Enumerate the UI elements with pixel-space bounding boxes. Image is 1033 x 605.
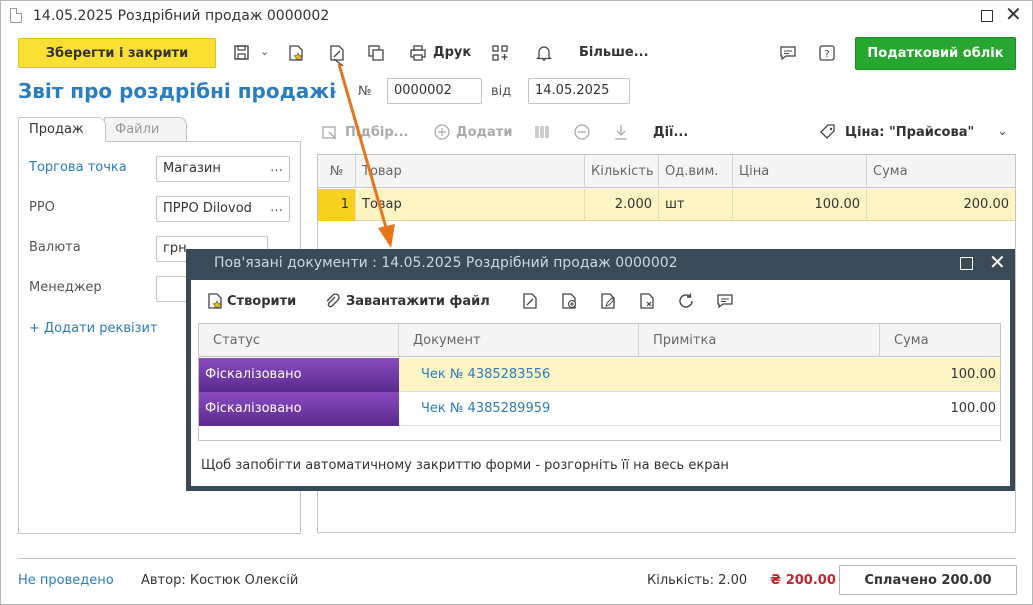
document-icon (10, 8, 22, 23)
field-label-currency: Валюта (29, 240, 81, 255)
col-document[interactable]: Документ (399, 324, 639, 357)
add-icon[interactable] (431, 121, 453, 143)
create-icon[interactable] (204, 290, 226, 312)
field-label-manager: Менеджер (29, 280, 102, 295)
table-row[interactable]: Фіскалізовано Чек № 4385283556 100.00 (199, 358, 1000, 392)
related-docs-table: Статус Документ Примітка Сума Фіскалізов… (198, 323, 1001, 441)
document-link[interactable]: Чек № 4385283556 (421, 367, 550, 382)
author-text: Автор: Костюк Олексій (141, 573, 299, 588)
row-amount: 100.00 (950, 401, 997, 416)
structure-icon[interactable] (489, 42, 511, 64)
footer-divider (18, 558, 1016, 559)
row-price[interactable]: 100.00 (733, 189, 867, 221)
shop-value: Магазин (163, 161, 221, 176)
posting-status-link[interactable]: Не проведено (18, 573, 114, 588)
title-bar: 14.05.2025 Роздрібний продаж 0000002 ✕ (1, 1, 1032, 31)
more-button[interactable]: Більше... (579, 45, 649, 60)
shop-dots-icon[interactable]: … (270, 160, 283, 175)
currency-value: грн (163, 241, 187, 256)
actions-button[interactable]: Дії... (653, 125, 688, 140)
refresh-icon[interactable] (675, 290, 697, 312)
pencil-doc-icon[interactable] (597, 290, 619, 312)
window-title: 14.05.2025 Роздрібний продаж 0000002 (33, 8, 330, 24)
barcode-icon[interactable] (531, 121, 553, 143)
add-button[interactable]: Додати (456, 125, 512, 140)
move-down-icon[interactable] (610, 121, 632, 143)
tab-files[interactable]: Файли (104, 117, 187, 142)
chevron-down-icon[interactable]: ⌄ (260, 45, 269, 58)
dialog-maximize-icon[interactable] (960, 257, 973, 270)
edit-doc-icon[interactable] (519, 290, 541, 312)
price-tag-icon (817, 121, 839, 143)
row-unit[interactable]: шт (659, 189, 733, 221)
bell-icon[interactable] (533, 42, 555, 64)
price-type-selector[interactable]: Ціна: "Прайсова" (845, 125, 974, 140)
col-amount[interactable]: Сума (880, 324, 1000, 357)
dialog-body: Створити Завантажити файл Статус Докумен… (191, 280, 1010, 486)
save-close-button[interactable]: Зберегти і закрити (18, 38, 216, 68)
field-label-rro: РРО (29, 200, 55, 215)
rro-field[interactable]: ПРРО Dilovod … (156, 196, 290, 222)
status-badge: Фіскалізовано (199, 358, 399, 392)
sum-total: ₴ 200.00 (770, 573, 836, 588)
upload-file-button[interactable]: Завантажити файл (346, 294, 490, 309)
tax-accounting-button[interactable]: Податковий облік (855, 37, 1016, 70)
dialog-hint-text: Щоб запобігти автоматичному закриттю фор… (201, 458, 729, 473)
add-attribute-link[interactable]: + Додати реквізит (29, 321, 158, 336)
col-sum[interactable]: Сума (867, 155, 1015, 188)
row-amount: 100.00 (950, 367, 997, 382)
pointer-arrow-icon (333, 58, 395, 248)
comment-icon[interactable] (777, 42, 799, 64)
paperclip-icon[interactable] (321, 290, 343, 312)
dialog-close-icon[interactable]: ✕ (989, 251, 1006, 273)
rro-value: ПРРО Dilovod (163, 201, 252, 216)
date-field[interactable]: 14.05.2025 (528, 78, 630, 104)
comment-icon[interactable] (714, 290, 736, 312)
rro-dots-icon[interactable]: … (270, 200, 283, 215)
quantity-total: Кількість: 2.00 (647, 573, 748, 588)
table-row[interactable]: Фіскалізовано Чек № 4385289959 100.00 (199, 392, 1000, 426)
tab-sale[interactable]: Продаж (18, 117, 106, 142)
print-button[interactable]: Друк (433, 45, 471, 60)
remove-icon[interactable] (571, 121, 593, 143)
field-label-shop[interactable]: Торгова точка (29, 160, 127, 175)
date-label: від (491, 84, 512, 99)
related-documents-dialog: Пов'язані документи : 14.05.2025 Роздріб… (186, 249, 1015, 491)
paid-button[interactable]: Сплачено 200.00 (839, 565, 1017, 595)
col-note[interactable]: Примітка (639, 324, 880, 357)
col-qty[interactable]: Кількість (585, 155, 659, 188)
col-status[interactable]: Статус (199, 324, 399, 357)
dialog-title: Пов'язані документи : 14.05.2025 Роздріб… (214, 255, 678, 271)
row-sum[interactable]: 200.00 (867, 189, 1015, 221)
table-row[interactable]: 1 Товар 2.000 шт 100.00 200.00 (318, 189, 1015, 221)
document-window: 14.05.2025 Роздрібний продаж 0000002 ✕ З… (0, 0, 1033, 605)
save-dropdown-icon[interactable] (231, 42, 253, 64)
form-title: Звіт про роздрібні продажі (18, 79, 336, 103)
goods-table-header: № Товар Кількість Од.вим. Ціна Сума (318, 155, 1015, 188)
status-badge: Фіскалізовано (199, 392, 399, 426)
price-chevron-down-icon[interactable]: ⌄ (997, 124, 1008, 139)
document-link[interactable]: Чек № 4385289959 (421, 401, 550, 416)
add-doc-icon[interactable] (558, 290, 580, 312)
col-price[interactable]: Ціна (733, 155, 867, 188)
shop-field[interactable]: Магазин … (156, 156, 290, 182)
create-button[interactable]: Створити (227, 294, 296, 309)
col-unit[interactable]: Од.вим. (659, 155, 733, 188)
row-qty[interactable]: 2.000 (585, 189, 659, 221)
svg-text:?: ? (824, 49, 829, 60)
create-based-icon[interactable] (285, 42, 307, 64)
close-icon[interactable]: ✕ (1005, 4, 1022, 24)
maximize-icon[interactable] (981, 10, 993, 22)
delete-mark-icon[interactable] (636, 290, 658, 312)
help-icon[interactable]: ? (816, 42, 838, 64)
